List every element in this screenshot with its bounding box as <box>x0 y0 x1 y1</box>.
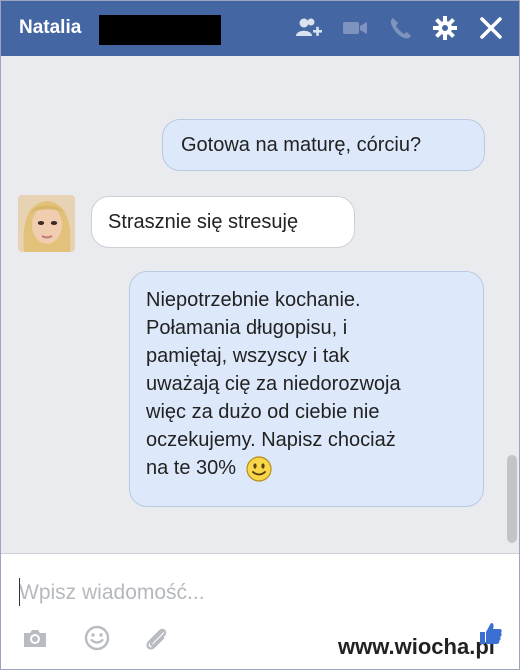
message-line: oczekujemy. Napisz chociaż <box>146 429 396 451</box>
message-line: więc za dużo od ciebie nie <box>146 401 380 423</box>
gear-icon[interactable] <box>431 14 459 42</box>
phone-icon[interactable] <box>387 14 415 42</box>
scrollbar-thumb[interactable] <box>507 455 517 543</box>
smiley-icon <box>246 456 272 482</box>
outgoing-message: Gotowa na maturę, córciu? <box>162 119 485 171</box>
video-call-icon[interactable] <box>341 14 369 42</box>
chat-header: Natalia <box>1 1 519 56</box>
thumbs-up-icon <box>476 620 504 646</box>
message-line: pamiętaj, wszyscy i tak <box>146 345 350 367</box>
message-input[interactable] <box>19 578 459 608</box>
message-line: uważają cię za niedorozwoja <box>146 373 401 395</box>
text-cursor <box>19 578 20 606</box>
close-icon[interactable] <box>477 14 505 42</box>
message-line-text: na te 30% <box>146 457 237 479</box>
chat-window: Natalia Gotowa na maturę, córciu? Strasz… <box>0 0 520 670</box>
outgoing-message: Niepotrzebnie kochanie. Połamania długop… <box>129 271 484 507</box>
redaction-bar <box>99 15 221 45</box>
incoming-message: Strasznie się stresuję <box>91 196 355 248</box>
paperclip-icon[interactable] <box>142 624 170 652</box>
contact-name[interactable]: Natalia <box>19 17 81 39</box>
watermark: www.wiocha.pl <box>338 634 495 659</box>
message-line: Niepotrzebnie kochanie. <box>146 289 361 311</box>
add-person-icon[interactable] <box>294 14 322 42</box>
camera-icon[interactable] <box>21 624 49 652</box>
emoji-icon[interactable] <box>83 624 111 652</box>
scrollbar[interactable] <box>504 57 519 551</box>
message-line: Połamania długopisu, i <box>146 317 348 339</box>
avatar[interactable] <box>18 195 75 252</box>
message-line: na te 30% <box>146 454 467 482</box>
